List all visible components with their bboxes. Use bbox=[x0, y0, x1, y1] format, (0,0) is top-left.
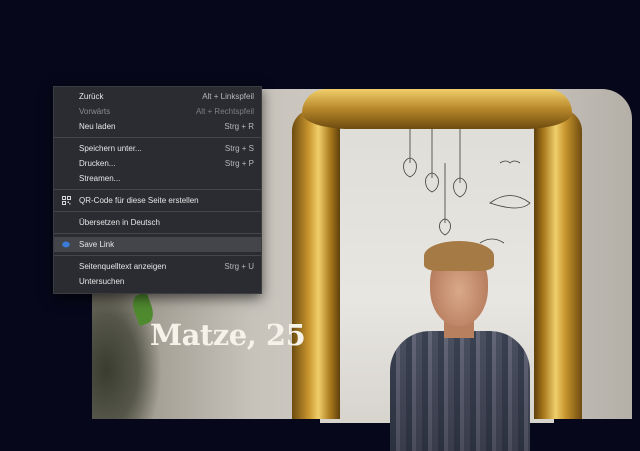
menu-item-label: Speichern unter... bbox=[79, 144, 142, 153]
menu-item-label: Neu laden bbox=[79, 122, 116, 131]
qr-code-icon bbox=[62, 196, 71, 205]
menu-item-shortcut: Strg + S bbox=[224, 144, 254, 153]
menu-item-label: Zurück bbox=[79, 92, 104, 101]
menu-item-translate[interactable]: Übersetzen in Deutsch bbox=[54, 215, 261, 230]
menu-item-label: Seitenquelltext anzeigen bbox=[79, 262, 167, 271]
menu-item-label: QR-Code für diese Seite erstellen bbox=[79, 196, 199, 205]
menu-item-shortcut: Alt + Linkspfeil bbox=[202, 92, 254, 101]
save-link-extension-icon bbox=[62, 241, 70, 248]
menu-item-inspect[interactable]: Untersuchen bbox=[54, 274, 261, 289]
menu-item-label: Save Link bbox=[79, 240, 115, 249]
menu-separator bbox=[54, 233, 261, 234]
menu-item-label: Untersuchen bbox=[79, 277, 125, 286]
menu-separator bbox=[54, 137, 261, 138]
menu-item-shortcut: Strg + R bbox=[224, 122, 254, 131]
menu-item-shortcut: Strg + U bbox=[224, 262, 254, 271]
menu-item-label: Übersetzen in Deutsch bbox=[79, 218, 160, 227]
person-shirt bbox=[390, 331, 530, 451]
menu-item-forward[interactable]: Vorwärts Alt + Rechtspfeil bbox=[54, 104, 261, 119]
photo-caption: Matze, 25 bbox=[150, 318, 306, 352]
menu-item-label: Streamen... bbox=[79, 174, 121, 183]
mirror-frame-top bbox=[302, 89, 572, 129]
menu-item-save-as[interactable]: Speichern unter... Strg + S bbox=[54, 141, 261, 156]
context-menu: Zurück Alt + Linkspfeil Vorwärts Alt + R… bbox=[53, 86, 262, 294]
menu-item-shortcut: Alt + Rechtspfeil bbox=[195, 107, 254, 116]
menu-item-reload[interactable]: Neu laden Strg + R bbox=[54, 119, 261, 134]
menu-separator bbox=[54, 255, 261, 256]
gold-mirror bbox=[292, 89, 582, 451]
menu-item-label: Drucken... bbox=[79, 159, 116, 168]
person-hair bbox=[424, 241, 494, 271]
mirror-frame-left bbox=[292, 109, 340, 419]
menu-item-view-source[interactable]: Seitenquelltext anzeigen Strg + U bbox=[54, 259, 261, 274]
menu-item-qr-code[interactable]: QR-Code für diese Seite erstellen bbox=[54, 193, 261, 208]
menu-item-shortcut: Strg + P bbox=[224, 159, 254, 168]
menu-separator bbox=[54, 189, 261, 190]
menu-separator bbox=[54, 211, 261, 212]
menu-item-print[interactable]: Drucken... Strg + P bbox=[54, 156, 261, 171]
menu-item-label: Vorwärts bbox=[79, 107, 111, 116]
mirror-frame-right bbox=[534, 109, 582, 419]
menu-item-cast[interactable]: Streamen... bbox=[54, 171, 261, 186]
menu-item-back[interactable]: Zurück Alt + Linkspfeil bbox=[54, 89, 261, 104]
mirror-glass bbox=[320, 113, 554, 451]
menu-item-save-link[interactable]: Save Link bbox=[54, 237, 261, 252]
